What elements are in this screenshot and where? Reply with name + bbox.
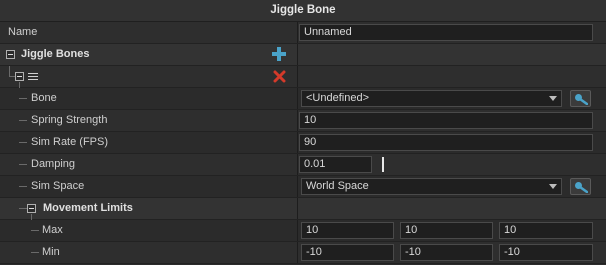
tree-line [31,252,39,253]
tree-line [31,230,39,231]
min-x-field[interactable]: -10 [301,244,394,261]
collapse-toggle-movement-limits[interactable] [27,204,36,213]
sim-space-row: Sim Space World Space [0,176,606,198]
column-divider [297,176,298,197]
tree-line [19,98,27,99]
sim-space-pick-button[interactable] [570,178,591,195]
spring-strength-row: Spring Strength 10 [0,110,606,132]
spring-strength-field[interactable]: 10 [299,112,593,129]
tree-line [19,120,27,121]
tree-line [19,142,27,143]
sim-rate-row: Sim Rate (FPS) 90 [0,132,606,154]
max-y-field[interactable]: 10 [400,222,493,239]
tree-line [19,164,27,165]
spring-strength-label: Spring Strength [31,114,108,126]
column-divider [297,110,298,131]
red-x-icon[interactable] [273,70,286,83]
sim-rate-field[interactable]: 90 [299,134,593,151]
collapse-toggle-item[interactable] [15,72,24,81]
bone-pick-button[interactable] [570,90,591,107]
column-divider [297,198,298,219]
sim-rate-label: Sim Rate (FPS) [31,136,109,148]
min-row: Min -10 -10 -10 [0,242,606,264]
window-title: Jiggle Bone [0,0,606,22]
sim-space-value: World Space [306,180,369,192]
sim-space-label: Sim Space [31,180,85,192]
column-divider [297,132,298,153]
jiggle-bone-item-header [0,66,606,88]
movement-limits-label: Movement Limits [43,202,133,214]
max-x-field[interactable]: 10 [301,222,394,239]
bone-row: Bone <Undefined> [0,88,606,110]
min-y-field[interactable]: -10 [400,244,493,261]
damping-field[interactable]: 0.01 [299,156,372,173]
movement-limits-header: Movement Limits [0,198,606,220]
collapse-toggle-jiggle-bones[interactable] [6,50,15,59]
column-divider [297,22,298,43]
sim-space-dropdown[interactable]: World Space [301,178,562,195]
min-z-field[interactable]: -10 [499,244,593,261]
max-label: Max [42,224,63,236]
name-field[interactable]: Unnamed [299,24,593,41]
name-label: Name [8,26,38,38]
chevron-down-icon [549,96,557,101]
bone-dropdown[interactable]: <Undefined> [301,90,562,107]
column-divider [297,154,298,175]
jiggle-bones-header: Jiggle Bones [0,44,606,66]
damping-label: Damping [31,158,76,170]
max-z-field[interactable]: 10 [499,222,593,239]
eyedropper-icon [575,182,588,193]
eyedropper-icon [575,94,588,105]
slider-thumb[interactable] [382,157,384,172]
column-divider [297,66,298,87]
chevron-down-icon [549,184,557,189]
damping-row: Damping 0.01 [0,154,606,176]
bone-label: Bone [31,92,57,104]
column-divider [297,44,298,65]
tree-line [19,208,27,209]
hamburger-icon[interactable] [28,73,38,81]
tree-line [19,186,27,187]
max-row: Max 10 10 10 [0,220,606,242]
column-divider [297,242,298,263]
min-label: Min [42,246,60,258]
plus-icon[interactable] [272,47,286,61]
jiggle-bones-label: Jiggle Bones [21,48,90,60]
bone-value: <Undefined> [306,92,369,104]
column-divider [297,220,298,241]
name-row: Name Unnamed [0,22,606,44]
column-divider [297,88,298,109]
damping-slider[interactable] [378,154,594,175]
